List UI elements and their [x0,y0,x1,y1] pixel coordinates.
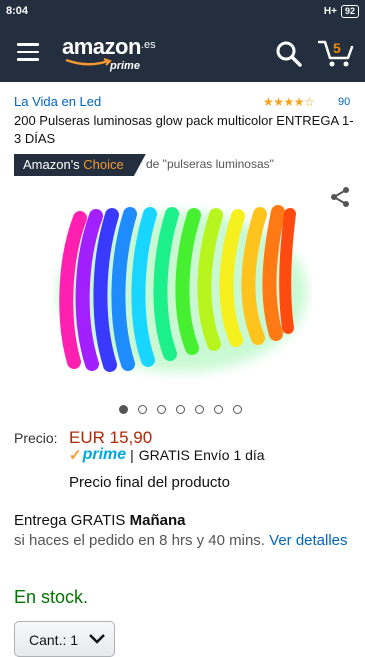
quantity-label: Cant.: [29,632,67,648]
carousel-dot[interactable] [195,405,204,414]
carousel-dot[interactable] [176,405,185,414]
price-label: Precio: [14,430,58,446]
image-carousel-dots[interactable] [119,405,242,414]
carousel-dot[interactable] [119,405,128,414]
prime-label: prime [82,446,127,463]
delivery-condition: si haces el pedido en 8 hrs y 40 mins. V… [14,531,354,551]
choice-word: Choice [83,157,124,172]
price-value: EUR 15,90 [69,428,153,447]
product-image[interactable] [52,200,312,380]
cart-count: 5 [333,40,341,56]
status-bar: 8:04 H+ 92 [0,0,365,24]
choice-prefix: Amazon's [23,157,84,172]
battery-icon: 92 [340,5,359,18]
chevron-down-icon [89,634,105,644]
delivery-condition-text: si haces el pedido en 8 hrs y 40 mins. [14,532,270,549]
logo-word: amazon [62,34,141,59]
network-label: H+ [323,6,337,17]
logo-smile-icon [65,58,112,66]
shipping-text: GRATIS Envío 1 día [138,447,265,463]
prime-shipping: ✓ prime | GRATIS Envío 1 día [69,446,265,464]
prime-logo: ✓ prime [69,446,126,464]
app-header: amazon.es prime 5 [0,24,365,82]
delivery-day: Mañana [129,512,186,529]
delivery-prefix: Entrega GRATIS [14,512,130,529]
seller-link[interactable]: La Vida en Led [14,94,101,109]
amazon-logo[interactable]: amazon.es prime [62,34,156,72]
share-icon[interactable] [329,186,351,208]
carousel-dot[interactable] [157,405,166,414]
carousel-dot[interactable] [214,405,223,414]
final-price-note: Precio final del producto [69,474,230,491]
status-icons: H+ 92 [324,5,359,18]
amazons-choice-badge[interactable]: Amazon's Choice [14,154,146,176]
search-icon[interactable] [276,41,302,67]
logo-prime: prime [110,60,140,72]
menu-icon[interactable] [17,43,39,61]
logo-domain: .es [140,39,156,51]
delivery-estimate: Entrega GRATIS Mañana [14,512,185,529]
status-time: 8:04 [6,5,29,17]
delivery-details-link[interactable]: Ver detalles [269,532,347,549]
review-count-link[interactable]: 90 [338,96,350,108]
carousel-dot[interactable] [233,405,242,414]
rating-stars[interactable]: ★★★★☆ [263,95,315,109]
quantity-value: 1 [70,632,79,648]
choice-context: de "pulseras luminosas" [146,157,274,171]
product-title: 200 Pulseras luminosas glow pack multico… [14,113,354,146]
prime-check-icon: ✓ [69,447,82,464]
quantity-select[interactable]: Cant.: 1 [14,621,115,657]
prime-separator: | [130,447,134,463]
stock-status: En stock. [14,587,89,607]
carousel-dot[interactable] [138,405,147,414]
